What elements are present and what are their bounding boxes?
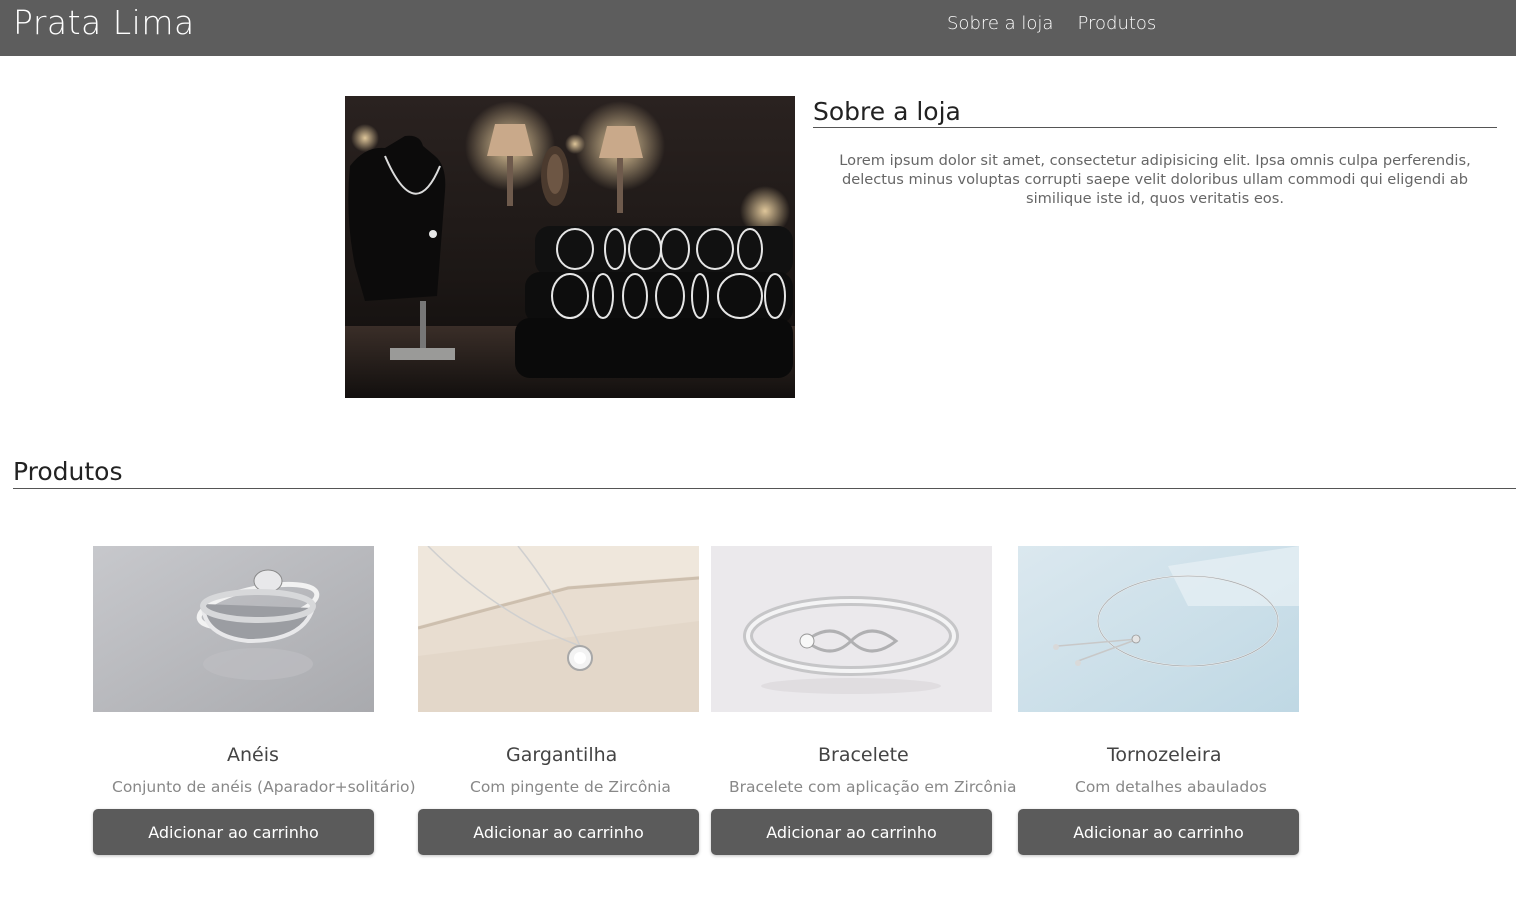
product-name: Bracelete <box>818 744 909 766</box>
add-to-cart-button[interactable]: Adicionar ao carrinho <box>1018 809 1299 855</box>
nav-link-produtos[interactable]: Produtos <box>1077 13 1156 34</box>
products-heading: Produtos <box>13 457 123 486</box>
top-navbar: Prata Lima Sobre a loja Produtos <box>0 0 1516 56</box>
product-image-bracelete <box>711 546 992 712</box>
add-to-cart-button[interactable]: Adicionar ao carrinho <box>93 809 374 855</box>
product-description: Conjunto de anéis (Aparador+solitário) <box>112 778 416 796</box>
product-description: Com detalhes abaulados <box>1075 778 1267 796</box>
product-card-bracelete: Bracelete Bracelete com aplicação em Zir… <box>711 546 1017 855</box>
product-description: Bracelete com aplicação em Zircônia <box>729 778 1017 796</box>
about-divider <box>813 127 1497 128</box>
about-paragraph: Lorem ipsum dolor sit amet, consectetur … <box>839 152 1471 207</box>
main-nav: Sobre a loja Produtos <box>947 13 1156 34</box>
product-name: Gargantilha <box>506 744 618 766</box>
nav-link-sobre[interactable]: Sobre a loja <box>947 13 1053 34</box>
product-image-tornozeleira <box>1018 546 1299 712</box>
brand-logo[interactable]: Prata Lima <box>13 3 195 42</box>
product-image-gargantilha <box>418 546 699 712</box>
product-card-gargantilha: Gargantilha Com pingente de Zircônia Adi… <box>418 546 699 855</box>
add-to-cart-button[interactable]: Adicionar ao carrinho <box>711 809 992 855</box>
about-heading: Sobre a loja <box>813 97 961 126</box>
add-to-cart-button[interactable]: Adicionar ao carrinho <box>418 809 699 855</box>
product-name: Anéis <box>227 744 279 766</box>
product-image-aneis <box>93 546 374 712</box>
product-card-aneis: Anéis Conjunto de anéis (Aparador+solitá… <box>93 546 416 855</box>
product-card-tornozeleira: Tornozeleira Com detalhes abaulados Adic… <box>1018 546 1299 855</box>
products-divider <box>13 488 1516 489</box>
product-name: Tornozeleira <box>1107 744 1222 766</box>
store-interior-image <box>345 96 795 398</box>
product-description: Com pingente de Zircônia <box>470 778 671 796</box>
